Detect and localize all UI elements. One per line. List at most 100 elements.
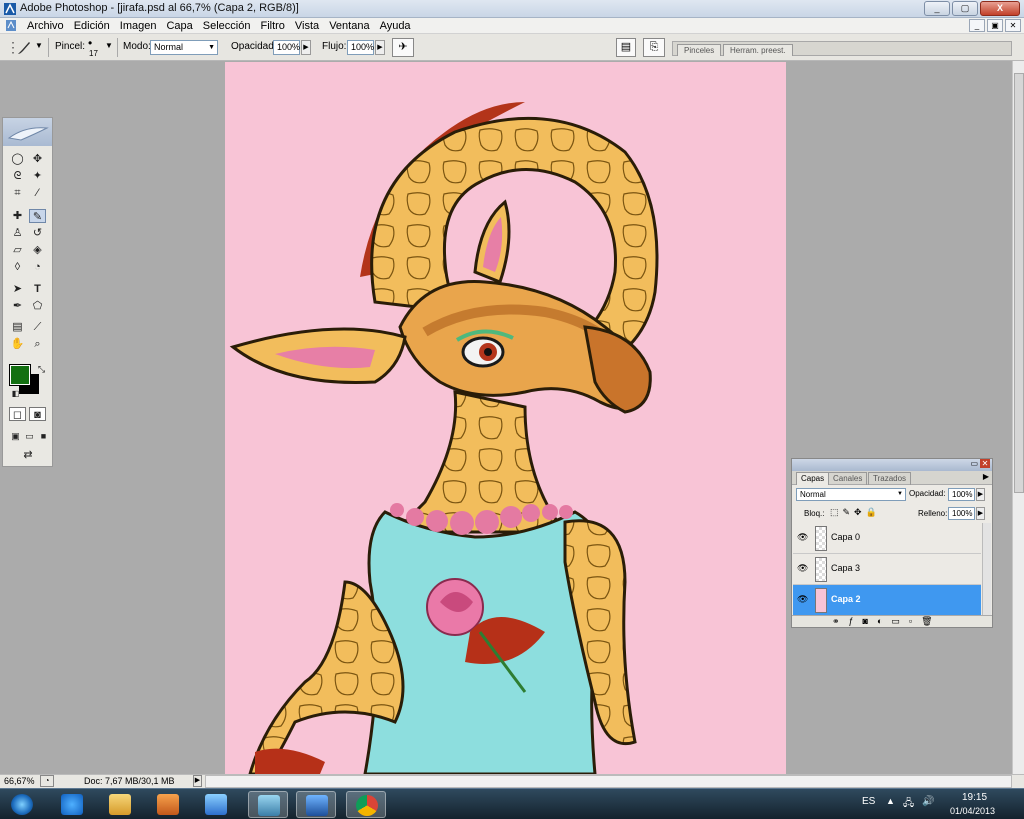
eraser-tool-icon[interactable]: ▱ — [9, 243, 26, 257]
tab-canales[interactable]: Canales — [828, 472, 868, 485]
shape-tool-icon[interactable]: ⬠ — [29, 299, 46, 313]
visibility-eye-icon[interactable]: 👁 — [797, 532, 808, 542]
airbrush-icon[interactable]: ✈ — [392, 38, 414, 57]
screen-mode-full-icon[interactable]: ■ — [35, 429, 52, 443]
panel-menu-icon[interactable]: ▶ — [983, 472, 989, 481]
menu-ventana[interactable]: Ventana — [324, 19, 374, 33]
layer-row-capa-0[interactable]: 👁 Capa 0 — [793, 523, 981, 554]
history-brush-icon[interactable]: ↺ — [29, 226, 46, 240]
document-icon[interactable] — [4, 19, 18, 32]
blend-mode-select[interactable]: Normal ▼ — [796, 488, 906, 501]
foreground-color-swatch[interactable] — [9, 364, 31, 386]
brush-tool-selected-icon[interactable]: ✎ — [29, 209, 46, 223]
doc-minimize-button[interactable]: _ — [969, 19, 985, 32]
tab-herramientas-preestablecidas[interactable]: Herram. preest. — [723, 44, 793, 56]
scrollbar-thumb[interactable] — [1014, 73, 1024, 493]
zoom-level[interactable]: 66,67% — [4, 776, 35, 786]
clock-date[interactable]: 01/04/2013 — [950, 806, 995, 816]
minimize-button[interactable]: _ — [924, 1, 950, 16]
status-arrow-icon[interactable]: ▶ — [193, 775, 202, 787]
taskbar-explorer[interactable] — [100, 791, 140, 818]
menu-filtro[interactable]: Filtro — [255, 19, 289, 33]
layer-opacity-slider-button[interactable]: ▶ — [976, 488, 985, 501]
flow-input[interactable]: 100% — [347, 40, 374, 55]
document-canvas[interactable] — [225, 62, 786, 774]
taskbar-media[interactable] — [148, 791, 188, 818]
eyedropper-icon[interactable]: ⟋ — [29, 320, 46, 334]
slice-tool-icon[interactable]: ⁄ — [29, 186, 46, 200]
flow-slider-button[interactable]: ▶ — [375, 40, 385, 55]
zoom-tool-icon[interactable]: ⌕ — [29, 337, 46, 351]
lasso-tool-icon[interactable]: ᘓ — [9, 169, 26, 183]
tray-expand-icon[interactable]: ▲ — [886, 796, 895, 806]
layer-opacity-input[interactable]: 100% — [948, 488, 975, 501]
lock-icons[interactable]: ⬚✎✥🔒 — [830, 507, 881, 518]
quick-mask-icon[interactable]: ◙ — [29, 407, 46, 421]
brush-picker-chevron-icon[interactable]: ▼ — [105, 41, 113, 50]
photoshop-app-icon[interactable] — [3, 2, 17, 16]
volume-icon[interactable]: 🔊 — [922, 796, 934, 807]
taskbar-paint[interactable] — [196, 791, 236, 818]
marquee-tool-icon[interactable]: ◯ — [9, 152, 26, 166]
doc-close-button[interactable]: ✕ — [1005, 19, 1021, 32]
type-tool-icon[interactable]: T — [29, 282, 46, 296]
menu-seleccion[interactable]: Selección — [198, 19, 256, 33]
tab-trazados[interactable]: Trazados — [868, 472, 912, 485]
standard-mode-icon[interactable]: ◻ — [9, 407, 26, 421]
opacity-slider-button[interactable]: ▶ — [301, 40, 311, 55]
menu-capa[interactable]: Capa — [161, 19, 197, 33]
menu-vista[interactable]: Vista — [290, 19, 324, 33]
mode-select[interactable]: Normal ▼ — [150, 40, 218, 55]
canvas-vertical-scrollbar[interactable] — [1012, 61, 1024, 774]
panel-minimize-icon[interactable]: ▭ — [970, 459, 978, 468]
tab-pinceles[interactable]: Pinceles — [677, 44, 722, 56]
menu-imagen[interactable]: Imagen — [115, 19, 162, 33]
tab-capas[interactable]: Capas — [796, 472, 830, 485]
layers-footer-buttons[interactable]: ⚭ƒ◙◐▭▫🗑 — [792, 615, 992, 627]
path-selection-icon[interactable]: ➤ — [9, 282, 26, 296]
maximize-button[interactable]: ▢ — [952, 1, 978, 16]
opacity-input[interactable]: 100% — [273, 40, 300, 55]
brush-dot-icon[interactable]: • — [88, 36, 92, 50]
move-tool-icon[interactable]: ✥ — [29, 152, 46, 166]
menu-ayuda[interactable]: Ayuda — [375, 19, 416, 33]
visibility-eye-icon[interactable]: 👁 — [797, 563, 808, 573]
tools-panel-header[interactable] — [3, 118, 52, 146]
jump-to-imageready-icon[interactable]: ⇄ — [9, 448, 47, 462]
magic-wand-icon[interactable]: ✦ — [29, 169, 46, 183]
brush-tool-icon[interactable] — [16, 40, 32, 56]
panel-close-icon[interactable]: ✕ — [980, 459, 990, 468]
clock-time[interactable]: 19:15 — [962, 792, 987, 803]
language-indicator[interactable]: ES — [862, 796, 875, 807]
dodge-tool-icon[interactable]: ◔ — [29, 260, 46, 274]
layer-row-capa-2[interactable]: 👁 Capa 2 — [793, 585, 981, 616]
palette-well-toggle-icon[interactable]: ⎘ — [643, 38, 665, 57]
start-button[interactable] — [2, 791, 42, 818]
status-menu-icon[interactable]: ◔ — [40, 775, 54, 787]
taskbar-chrome[interactable] — [346, 791, 386, 818]
tool-preset-chevron-icon[interactable]: ▼ — [35, 41, 43, 50]
menu-archivo[interactable]: Archivo — [22, 19, 69, 33]
fill-input[interactable]: 100% — [948, 507, 975, 520]
crop-tool-icon[interactable]: ⌗ — [9, 186, 26, 200]
fill-slider-button[interactable]: ▶ — [976, 507, 985, 520]
taskbar-network[interactable] — [248, 791, 288, 818]
taskbar-photoshop[interactable] — [296, 791, 336, 818]
clone-stamp-icon[interactable]: ♙ — [9, 226, 26, 240]
layer-row-capa-3[interactable]: 👁 Capa 3 — [793, 554, 981, 585]
canvas-horizontal-scrollbar[interactable] — [205, 775, 1012, 788]
blur-tool-icon[interactable]: ◊ — [9, 260, 26, 274]
swap-colors-icon[interactable]: ⤡ — [33, 362, 50, 376]
visibility-eye-icon[interactable]: 👁 — [797, 594, 808, 604]
menu-edicion[interactable]: Edición — [69, 19, 115, 33]
healing-brush-icon[interactable]: ✚ — [9, 209, 26, 223]
paint-bucket-icon[interactable]: ◈ — [29, 243, 46, 257]
doc-restore-button[interactable]: ▣ — [987, 19, 1003, 32]
layers-panel-header[interactable]: ▭ ✕ — [792, 459, 992, 471]
taskbar-ie[interactable] — [52, 791, 92, 818]
notes-tool-icon[interactable]: ▤ — [9, 320, 26, 334]
hand-tool-icon[interactable]: ✋ — [9, 337, 26, 351]
default-colors-icon[interactable]: ◧ — [7, 387, 24, 401]
close-button[interactable]: X — [980, 1, 1020, 16]
layers-scrollbar[interactable] — [982, 523, 991, 616]
